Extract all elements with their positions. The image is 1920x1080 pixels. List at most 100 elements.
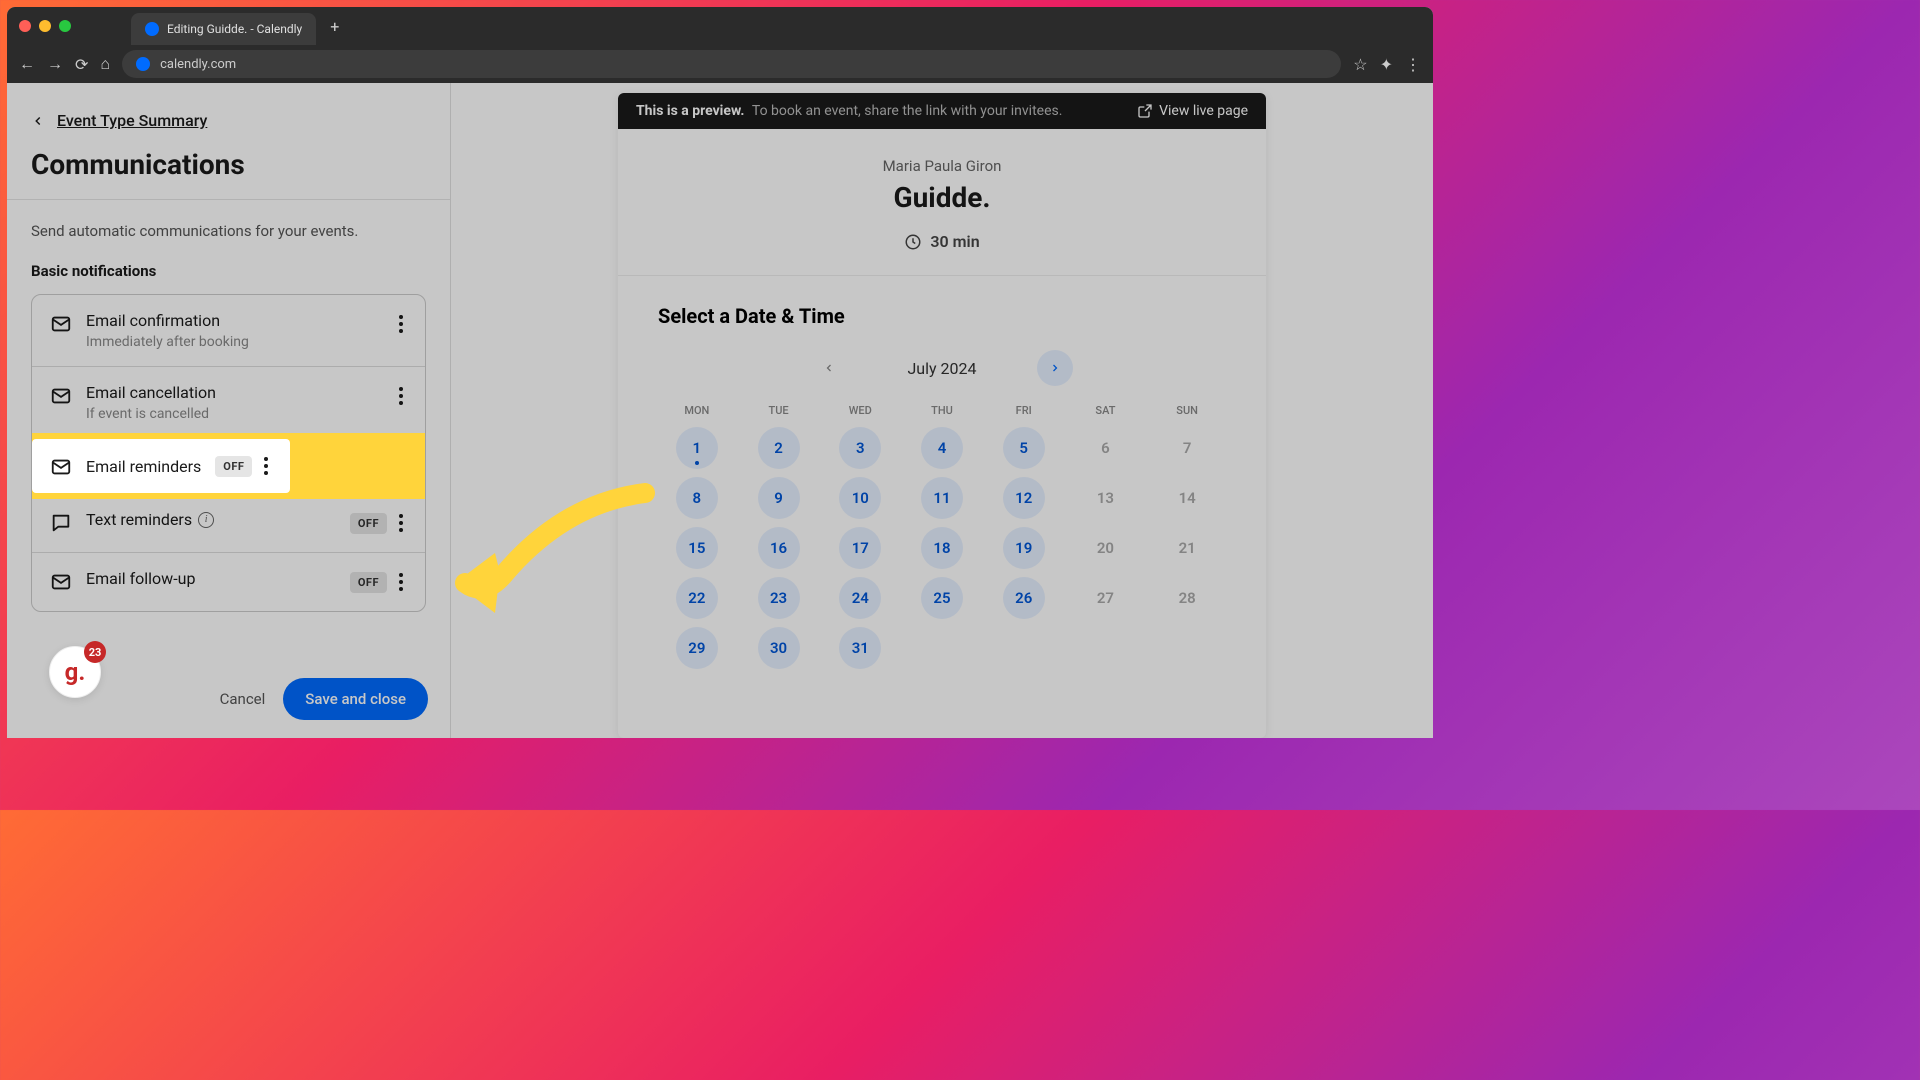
notification-item[interactable]: Email reminders OFF xyxy=(32,439,425,494)
item-menu-button[interactable] xyxy=(395,510,407,536)
guidde-badge[interactable]: g. 23 xyxy=(49,646,101,698)
day-cell: 7 xyxy=(1166,427,1208,469)
day-cell[interactable]: 4 xyxy=(921,427,963,469)
event-title: Guidde. xyxy=(618,181,1266,214)
banner-text: To book an event, share the link with yo… xyxy=(752,103,1063,119)
day-cell[interactable]: 24 xyxy=(839,577,881,619)
item-title: Email confirmation xyxy=(86,311,381,330)
day-cell[interactable]: 29 xyxy=(676,627,718,669)
save-button[interactable]: Save and close xyxy=(283,678,428,720)
url-text: calendly.com xyxy=(160,57,236,72)
view-live-link[interactable]: View live page xyxy=(1137,103,1248,119)
calendar-title: Select a Date & Time xyxy=(658,304,1226,328)
banner-bold: This is a preview. xyxy=(636,103,744,119)
item-title: Email cancellation xyxy=(86,383,381,402)
site-icon xyxy=(136,57,150,71)
day-cell: 28 xyxy=(1166,577,1208,619)
item-menu-button[interactable] xyxy=(395,569,407,595)
url-bar[interactable]: calendly.com xyxy=(122,50,1341,78)
day-cell[interactable]: 3 xyxy=(839,427,881,469)
day-cell[interactable]: 2 xyxy=(758,427,800,469)
prev-month-button[interactable] xyxy=(811,350,847,386)
day-cell[interactable]: 8 xyxy=(676,477,718,519)
day-cell: 14 xyxy=(1166,477,1208,519)
day-cell[interactable]: 18 xyxy=(921,527,963,569)
page-description: Send automatic communications for your e… xyxy=(31,222,426,240)
preview-banner: This is a preview. To book an event, sha… xyxy=(618,93,1266,129)
day-cell[interactable]: 15 xyxy=(676,527,718,569)
chevron-left-icon xyxy=(823,362,835,374)
item-menu-button[interactable] xyxy=(260,453,272,479)
weekday-label: SAT xyxy=(1067,404,1145,417)
notification-item[interactable]: Email confirmationImmediately after book… xyxy=(32,295,425,367)
calendar-section: Select a Date & Time July 2024 MONTUEWED… xyxy=(618,276,1266,697)
day-cell[interactable]: 25 xyxy=(921,577,963,619)
weekday-label: TUE xyxy=(740,404,818,417)
guidde-letter: g. xyxy=(65,658,86,686)
day-cell[interactable]: 26 xyxy=(1003,577,1045,619)
duration-text: 30 min xyxy=(930,232,979,251)
day-cell: 20 xyxy=(1084,527,1126,569)
notification-item[interactable]: Text remindersiOFF xyxy=(32,494,425,553)
item-title: Email follow-up xyxy=(86,569,336,588)
settings-sidebar: Event Type Summary Communications Send a… xyxy=(7,83,451,738)
notification-item[interactable]: Email follow-up OFF xyxy=(32,553,425,611)
info-icon[interactable]: i xyxy=(198,512,214,528)
reload-icon[interactable]: ⟳ xyxy=(75,55,88,74)
day-cell[interactable]: 12 xyxy=(1003,477,1045,519)
item-title: Email reminders xyxy=(86,457,201,476)
guidde-count: 23 xyxy=(84,641,106,663)
browser-tab[interactable]: Editing Guidde. - Calendly xyxy=(131,13,316,45)
chat-icon xyxy=(50,512,72,534)
day-cell: 13 xyxy=(1084,477,1126,519)
day-cell[interactable]: 30 xyxy=(758,627,800,669)
maximize-window-icon[interactable] xyxy=(59,20,71,32)
item-menu-button[interactable] xyxy=(395,311,407,337)
weekday-label: FRI xyxy=(985,404,1063,417)
host-name: Maria Paula Giron xyxy=(618,157,1266,175)
tab-favicon-icon xyxy=(145,22,159,36)
item-menu-button[interactable] xyxy=(395,383,407,409)
preview-pane: This is a preview. To book an event, sha… xyxy=(451,83,1433,738)
menu-icon[interactable]: ⋮ xyxy=(1405,55,1421,74)
weekday-label: THU xyxy=(903,404,981,417)
forward-icon[interactable]: → xyxy=(47,54,63,74)
day-cell[interactable]: 9 xyxy=(758,477,800,519)
browser-window: Editing Guidde. - Calendly + ← → ⟳ ⌂ cal… xyxy=(7,7,1433,738)
day-cell[interactable]: 17 xyxy=(839,527,881,569)
back-link[interactable]: Event Type Summary xyxy=(31,111,426,130)
minimize-window-icon[interactable] xyxy=(39,20,51,32)
notification-item[interactable]: Email cancellation If event is cancelled xyxy=(32,367,425,439)
home-icon[interactable]: ⌂ xyxy=(100,54,110,74)
days-grid: 1234567891011121314151617181920212223242… xyxy=(658,427,1226,669)
off-badge: OFF xyxy=(350,572,387,593)
day-cell[interactable]: 5 xyxy=(1003,427,1045,469)
mail-icon xyxy=(50,313,72,335)
day-cell[interactable]: 16 xyxy=(758,527,800,569)
off-badge: OFF xyxy=(215,456,252,477)
cancel-button[interactable]: Cancel xyxy=(220,690,266,708)
day-cell[interactable]: 22 xyxy=(676,577,718,619)
window-controls xyxy=(19,20,71,32)
day-cell[interactable]: 10 xyxy=(839,477,881,519)
weekday-label: SUN xyxy=(1148,404,1226,417)
mail-icon xyxy=(50,385,72,407)
day-cell[interactable]: 31 xyxy=(839,627,881,669)
mail-icon xyxy=(50,456,72,478)
close-window-icon[interactable] xyxy=(19,20,31,32)
star-icon[interactable]: ☆ xyxy=(1353,55,1367,74)
event-duration: 30 min xyxy=(618,232,1266,251)
day-cell[interactable]: 1 xyxy=(676,427,718,469)
next-month-button[interactable] xyxy=(1037,350,1073,386)
day-cell[interactable]: 11 xyxy=(921,477,963,519)
section-heading: Basic notifications xyxy=(31,262,426,280)
preview-card: This is a preview. To book an event, sha… xyxy=(618,93,1266,738)
day-cell[interactable]: 23 xyxy=(758,577,800,619)
day-cell[interactable]: 19 xyxy=(1003,527,1045,569)
back-icon[interactable]: ← xyxy=(19,54,35,74)
clock-icon xyxy=(904,233,922,251)
extensions-icon[interactable]: ✦ xyxy=(1380,55,1393,74)
new-tab-button[interactable]: + xyxy=(330,17,339,36)
page-title: Communications xyxy=(31,148,426,181)
item-subtitle: If event is cancelled xyxy=(86,406,381,422)
